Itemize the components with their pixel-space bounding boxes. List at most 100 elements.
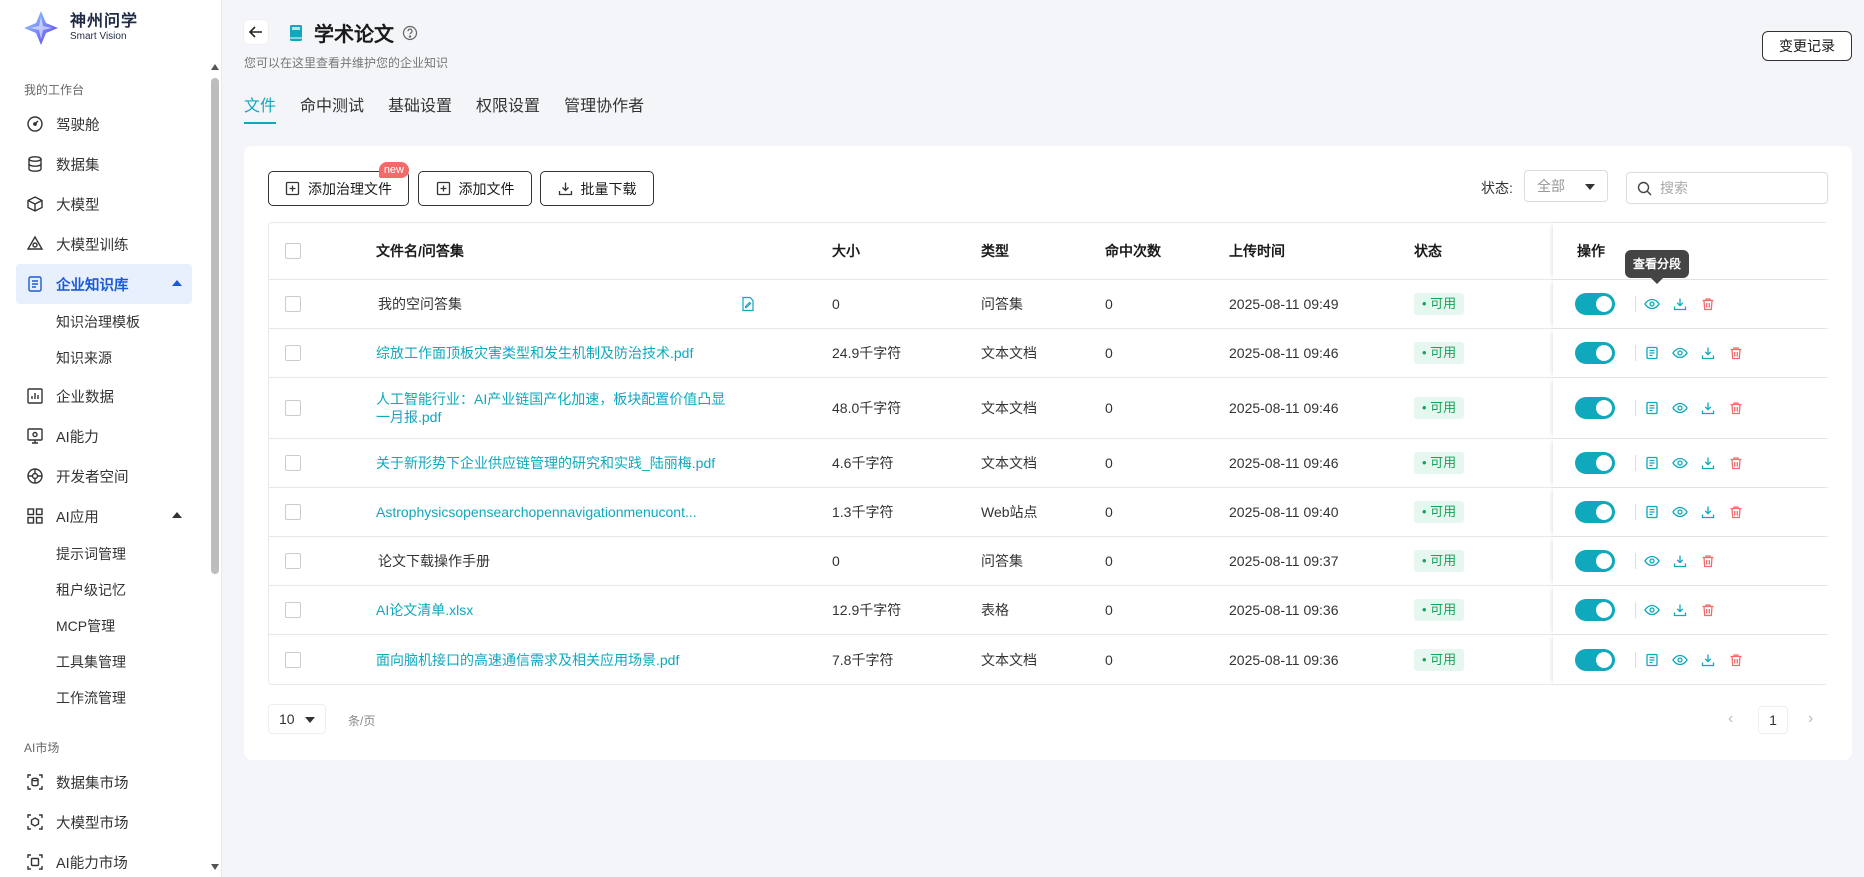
add-file-button[interactable]: 添加文件: [418, 171, 532, 206]
sidebar-scrollbar[interactable]: [210, 60, 220, 872]
table-row[interactable]: 综放工作面顶板灾害类型和发生机制及防治技术.pdf 24.9千字符 文本文档 0 202…: [269, 329, 1829, 378]
tab-files[interactable]: 文件: [244, 92, 277, 124]
view-icon[interactable]: [1644, 553, 1660, 569]
table-row[interactable]: 面向脑机接口的高速通信需求及相关应用场景.pdf 7.8千字符 文本文档 0 2025-…: [269, 635, 1829, 684]
sidebar-subitem-template[interactable]: 知识治理模板: [0, 304, 208, 340]
sidebar-item-model-market[interactable]: 大模型市场: [0, 802, 192, 842]
sidebar-item-dashboard[interactable]: 驾驶舱: [0, 104, 192, 144]
table-row[interactable]: 我的空问答集 0 问答集 0 2025-08-11 09:49 • 可用: [269, 280, 1829, 329]
add-governance-file-button[interactable]: 添加治理文件 new: [268, 162, 409, 206]
brand-logo[interactable]: 神州问学 Smart Vision: [22, 8, 138, 48]
back-button[interactable]: [244, 20, 268, 44]
sidebar-subitem-mcp[interactable]: MCP管理: [0, 608, 208, 644]
sidebar-item-dataset[interactable]: 数据集: [0, 144, 192, 184]
sidebar-subitem-prompts[interactable]: 提示词管理: [0, 536, 208, 572]
delete-icon[interactable]: [1728, 504, 1744, 520]
change-log-button[interactable]: 变更记录: [1762, 31, 1852, 61]
row-checkbox[interactable]: [285, 455, 301, 471]
sidebar-subitem-tools[interactable]: 工具集管理: [0, 644, 208, 680]
delete-icon[interactable]: [1728, 345, 1744, 361]
delete-icon[interactable]: [1728, 400, 1744, 416]
download-icon[interactable]: [1700, 455, 1716, 471]
edit-qa-icon[interactable]: [741, 296, 755, 315]
file-name[interactable]: 面向脑机接口的高速通信需求及相关应用场景.pdf: [376, 635, 736, 684]
scroll-thumb[interactable]: [211, 78, 219, 574]
table-row[interactable]: 论文下载操作手册 0 问答集 0 2025-08-11 09:37 • 可用: [269, 537, 1829, 586]
view-icon[interactable]: [1644, 602, 1660, 618]
prev-page-icon[interactable]: ‹: [1728, 710, 1733, 728]
table-row[interactable]: 关于新形势下企业供应链管理的研究和实践_陆丽梅.pdf 4.6千字符 文本文档 0 20…: [269, 439, 1829, 488]
download-icon[interactable]: [1672, 296, 1688, 312]
file-name[interactable]: Astrophysicsopensearchopennavigationmenu…: [376, 488, 736, 536]
table-row[interactable]: AI论文清单.xlsx 12.9千字符 表格 0 2025-08-11 09:36 • 可…: [269, 586, 1829, 635]
sidebar-item-ai-market[interactable]: AI能力市场: [0, 842, 192, 877]
delete-icon[interactable]: [1700, 553, 1716, 569]
row-checkbox[interactable]: [285, 400, 301, 416]
table-row[interactable]: Astrophysicsopensearchopennavigationmenu…: [269, 488, 1829, 537]
enable-toggle[interactable]: [1575, 293, 1615, 315]
enable-toggle[interactable]: [1575, 501, 1615, 523]
view-icon[interactable]: [1672, 504, 1688, 520]
tab-basic-settings[interactable]: 基础设置: [388, 92, 452, 122]
row-checkbox[interactable]: [285, 345, 301, 361]
sidebar-subitem-workflow[interactable]: 工作流管理: [0, 680, 208, 716]
scroll-up-icon[interactable]: [211, 64, 219, 70]
sidebar-item-ai-apps[interactable]: AI应用: [0, 496, 192, 536]
scroll-down-icon[interactable]: [211, 864, 219, 870]
sidebar-subitem-memory[interactable]: 租户级记忆: [0, 572, 208, 608]
view-icon[interactable]: [1644, 296, 1660, 312]
page-number[interactable]: 1: [1758, 706, 1788, 734]
download-icon[interactable]: [1672, 602, 1688, 618]
file-name[interactable]: 综放工作面顶板灾害类型和发生机制及防治技术.pdf: [376, 329, 736, 377]
file-name[interactable]: 关于新形势下企业供应链管理的研究和实践_陆丽梅.pdf: [376, 439, 736, 487]
enable-toggle[interactable]: [1575, 648, 1615, 671]
status-filter-select[interactable]: 全部: [1524, 170, 1608, 202]
row-checkbox[interactable]: [285, 296, 301, 312]
sidebar-item-ai-capability[interactable]: AI能力: [0, 416, 192, 456]
sidebar-item-training[interactable]: 大模型训练: [0, 224, 192, 264]
tab-collaborators[interactable]: 管理协作者: [564, 92, 644, 122]
view-icon[interactable]: [1672, 455, 1688, 471]
view-icon[interactable]: [1672, 400, 1688, 416]
sidebar-subitem-source[interactable]: 知识来源: [0, 340, 208, 376]
download-icon[interactable]: [1700, 504, 1716, 520]
segments-icon[interactable]: [1644, 504, 1660, 520]
search-box[interactable]: [1626, 172, 1828, 204]
enable-toggle[interactable]: [1575, 397, 1615, 419]
tab-hit-test[interactable]: 命中测试: [300, 92, 364, 122]
page-size-select[interactable]: 10: [268, 704, 326, 734]
view-icon[interactable]: [1672, 345, 1688, 361]
row-checkbox[interactable]: [285, 553, 301, 569]
view-icon[interactable]: [1672, 652, 1688, 668]
next-page-icon[interactable]: ›: [1808, 710, 1813, 728]
file-name[interactable]: 人工智能行业：AI产业链国产化加速，板块配置价值凸显一月报.pdf: [376, 378, 736, 438]
enable-toggle[interactable]: [1575, 452, 1615, 474]
download-icon[interactable]: [1672, 553, 1688, 569]
download-icon[interactable]: [1700, 400, 1716, 416]
sidebar-item-knowledge[interactable]: 企业知识库: [16, 264, 192, 304]
download-icon[interactable]: [1700, 652, 1716, 668]
sidebar-item-dataset-market[interactable]: 数据集市场: [0, 762, 192, 802]
sidebar-item-developer[interactable]: 开发者空间: [0, 456, 192, 496]
batch-download-button[interactable]: 批量下载: [540, 171, 654, 206]
segments-icon[interactable]: [1644, 652, 1660, 668]
segments-icon[interactable]: [1644, 400, 1660, 416]
search-input[interactable]: [1660, 180, 1810, 196]
segments-icon[interactable]: [1644, 455, 1660, 471]
delete-icon[interactable]: [1700, 602, 1716, 618]
row-checkbox[interactable]: [285, 602, 301, 618]
help-icon[interactable]: [402, 25, 418, 41]
enable-toggle[interactable]: [1575, 599, 1615, 621]
download-icon[interactable]: [1700, 345, 1716, 361]
enable-toggle[interactable]: [1575, 550, 1615, 572]
delete-icon[interactable]: [1728, 652, 1744, 668]
row-checkbox[interactable]: [285, 504, 301, 520]
table-row[interactable]: 人工智能行业：AI产业链国产化加速，板块配置价值凸显一月报.pdf 48.0千字符…: [269, 378, 1829, 439]
sidebar-item-enterprise-data[interactable]: 企业数据: [0, 376, 192, 416]
tab-permissions[interactable]: 权限设置: [476, 92, 540, 122]
sidebar-item-model[interactable]: 大模型: [0, 184, 192, 224]
select-all-checkbox[interactable]: [285, 243, 301, 259]
delete-icon[interactable]: [1700, 296, 1716, 312]
row-checkbox[interactable]: [285, 651, 301, 668]
enable-toggle[interactable]: [1575, 342, 1615, 364]
